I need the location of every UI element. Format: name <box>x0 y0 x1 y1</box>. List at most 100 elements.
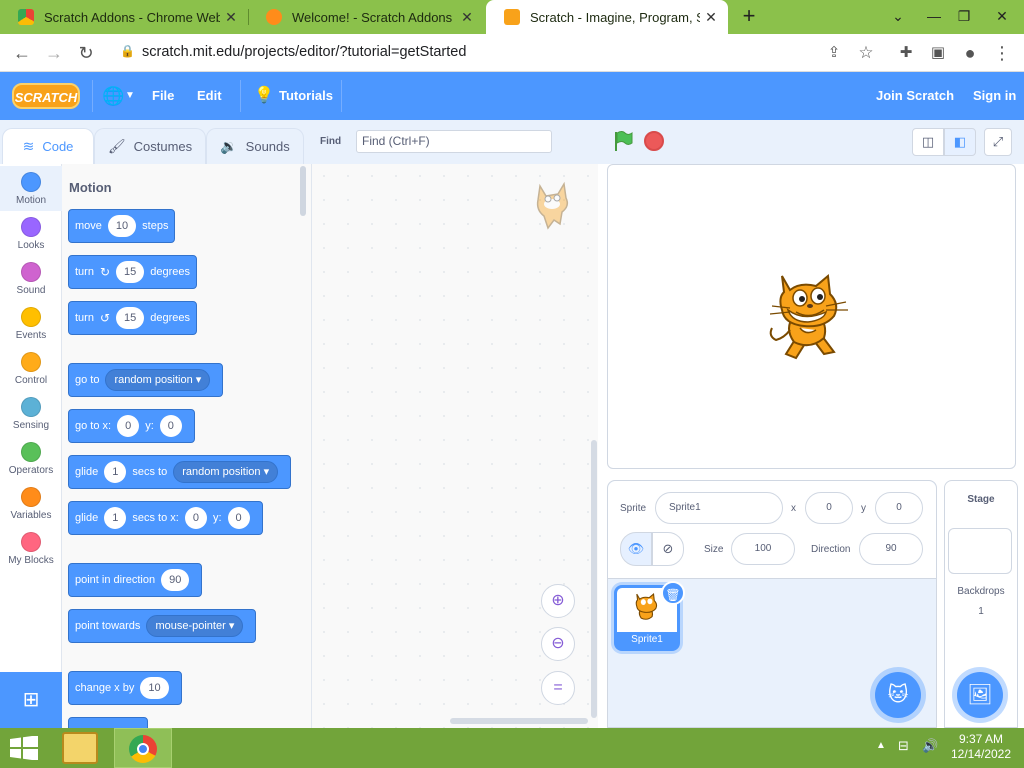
block-text: change x by <box>75 682 135 694</box>
block-number-input[interactable]: 90 <box>161 569 190 591</box>
network-icon[interactable]: ⊟ <box>898 738 909 754</box>
category-variables[interactable]: Variables <box>0 481 62 526</box>
category-motion[interactable]: Motion <box>0 166 62 211</box>
block-number-input[interactable]: 1 <box>104 507 127 529</box>
zoom-out-icon[interactable]: ⊖ <box>541 627 575 661</box>
show-hidden-icons-icon[interactable]: ▲ <box>876 740 886 751</box>
tutorials-menu[interactable]: Tutorials <box>279 72 333 120</box>
choose-backdrop-image-icon[interactable]: 🖼 <box>957 672 1003 718</box>
category-sound[interactable]: Sound <box>0 256 62 301</box>
category-control[interactable]: Control <box>0 346 62 391</box>
category-label: My Blocks <box>8 555 54 566</box>
stop-sign-icon[interactable] <box>644 131 664 151</box>
browser-tab-welcome[interactable]: Welcome! - Scratch Addons ✕ <box>248 0 484 34</box>
block-change-x-by[interactable]: change x by 10 <box>68 671 182 705</box>
block-dropdown[interactable]: random position ▾ <box>105 369 211 391</box>
back-icon[interactable]: ← <box>8 39 36 67</box>
scratch-cat-sprite[interactable] <box>766 272 854 362</box>
add-extension-button[interactable]: ⊞ <box>0 672 62 728</box>
show-sprite-eye-icon[interactable]: 👁 <box>620 532 652 566</box>
sign-in-link[interactable]: Sign in <box>973 72 1016 120</box>
small-stage-icon[interactable]: ◫ <box>912 128 944 156</box>
browser-tab-chrome-web-store[interactable]: Scratch Addons - Chrome Web Store ✕ <box>0 0 248 34</box>
restore-icon[interactable]: ❐ <box>946 0 982 34</box>
zoom-in-icon[interactable]: ⊕ <box>541 584 575 618</box>
normal-stage-icon[interactable]: ◧ <box>944 128 976 156</box>
category-looks[interactable]: Looks <box>0 211 62 256</box>
block-glide-to-xy[interactable]: glide 1 secs to x: 0 y: 0 <box>68 501 263 535</box>
block-go-to[interactable]: go to random position ▾ <box>68 363 224 397</box>
workspace-vertical-scrollbar[interactable] <box>591 440 597 718</box>
tab-costumes[interactable]: 🖌 Costumes <box>94 128 206 164</box>
browser-menu-icon[interactable]: ⋮ <box>988 39 1016 67</box>
block-point-in-direction[interactable]: point in direction 90 <box>68 563 203 597</box>
windows-start-icon[interactable] <box>10 736 38 760</box>
fullscreen-icon[interactable]: ⤢ <box>984 128 1012 156</box>
workspace-horizontal-scrollbar[interactable] <box>450 718 588 724</box>
address-bar[interactable]: 🔒 scratch.mit.edu/projects/editor/?tutor… <box>106 37 886 68</box>
x-position-input[interactable]: 0 <box>805 492 853 524</box>
close-window-icon[interactable]: ✕ <box>984 0 1020 34</box>
block-point-towards[interactable]: point towards mouse-pointer ▾ <box>68 609 257 643</box>
reload-icon[interactable]: ↻ <box>72 39 100 67</box>
hide-sprite-eye-slash-icon[interactable]: ⊘ <box>652 532 684 566</box>
block-turn-left[interactable]: turn ↺ 15 degrees <box>68 301 198 335</box>
block-number-input[interactable]: 1 <box>104 461 127 483</box>
direction-input[interactable]: 90 <box>859 533 923 565</box>
category-events[interactable]: Events <box>0 301 62 346</box>
sprite-name-input[interactable]: Sprite1 <box>655 492 783 524</box>
block-number-input[interactable]: 10 <box>140 677 169 699</box>
new-tab-button[interactable]: + <box>731 0 767 34</box>
tab-sounds[interactable]: 🔉 Sounds <box>206 128 304 164</box>
block-dropdown[interactable]: random position ▾ <box>173 461 279 483</box>
browser-tab-scratch[interactable]: Scratch - Imagine, Program, Share ✕ <box>486 0 728 34</box>
block-number-input[interactable]: 0 <box>227 507 250 529</box>
choose-sprite-cat-icon[interactable]: 🐱 <box>875 672 921 718</box>
extensions-icon[interactable]: ✚ <box>892 39 920 67</box>
block-number-input[interactable]: 0 <box>184 507 207 529</box>
category-sensing[interactable]: Sensing <box>0 391 62 436</box>
block-partial[interactable] <box>68 717 148 728</box>
profile-avatar-icon[interactable]: ● <box>956 39 984 67</box>
share-icon[interactable]: ⇪ <box>820 39 848 67</box>
delete-sprite-trash-icon[interactable]: 🗑 <box>661 581 685 605</box>
language-globe-icon[interactable]: 🌐 <box>102 72 124 120</box>
find-input[interactable]: Find (Ctrl+F) <box>356 130 552 153</box>
join-scratch-link[interactable]: Join Scratch <box>876 72 954 120</box>
forward-icon[interactable]: → <box>40 39 68 67</box>
file-explorer-icon[interactable] <box>62 732 98 764</box>
close-tab-icon[interactable]: ✕ <box>700 9 722 26</box>
close-tab-icon[interactable]: ✕ <box>220 9 242 26</box>
size-input[interactable]: 100 <box>731 533 795 565</box>
stage-thumbnail[interactable] <box>948 528 1012 574</box>
close-tab-icon[interactable]: ✕ <box>456 9 478 26</box>
tab-code[interactable]: ≋ Code <box>2 128 94 164</box>
bookmark-star-icon[interactable]: ☆ <box>852 39 880 67</box>
tab-search-icon[interactable]: ⌄ <box>880 0 916 34</box>
side-panel-icon[interactable]: ▣ <box>924 39 952 67</box>
palette-scrollbar[interactable] <box>300 166 306 216</box>
y-position-input[interactable]: 0 <box>875 492 923 524</box>
category-my-blocks[interactable]: My Blocks <box>0 526 62 571</box>
category-operators[interactable]: Operators <box>0 436 62 481</box>
block-glide-to[interactable]: glide 1 secs to random position ▾ <box>68 455 292 489</box>
block-move-steps[interactable]: move 10 steps <box>68 209 176 243</box>
block-go-to-xy[interactable]: go to x: 0 y: 0 <box>68 409 195 443</box>
block-number-input[interactable]: 0 <box>159 415 182 437</box>
block-number-input[interactable]: 15 <box>116 261 145 283</box>
block-number-input[interactable]: 15 <box>116 307 145 329</box>
taskbar-clock[interactable]: 9:37 AM 12/14/2022 <box>946 732 1016 762</box>
file-menu[interactable]: File <box>152 72 174 120</box>
block-number-input[interactable]: 0 <box>117 415 140 437</box>
block-dropdown[interactable]: mouse-pointer ▾ <box>146 615 244 637</box>
block-turn-right[interactable]: turn ↻ 15 degrees <box>68 255 198 289</box>
chrome-taskbar-button[interactable] <box>114 728 172 768</box>
scratch-logo[interactable]: SCRATCH <box>12 83 80 109</box>
zoom-reset-icon[interactable]: = <box>541 671 575 705</box>
block-number-input[interactable]: 10 <box>107 215 137 237</box>
category-label: Control <box>14 375 48 386</box>
volume-icon[interactable]: 🔊 <box>922 738 938 754</box>
edit-menu[interactable]: Edit <box>197 72 222 120</box>
green-flag-icon[interactable] <box>612 130 634 152</box>
tab-title: Scratch - Imagine, Program, Share <box>530 9 700 25</box>
